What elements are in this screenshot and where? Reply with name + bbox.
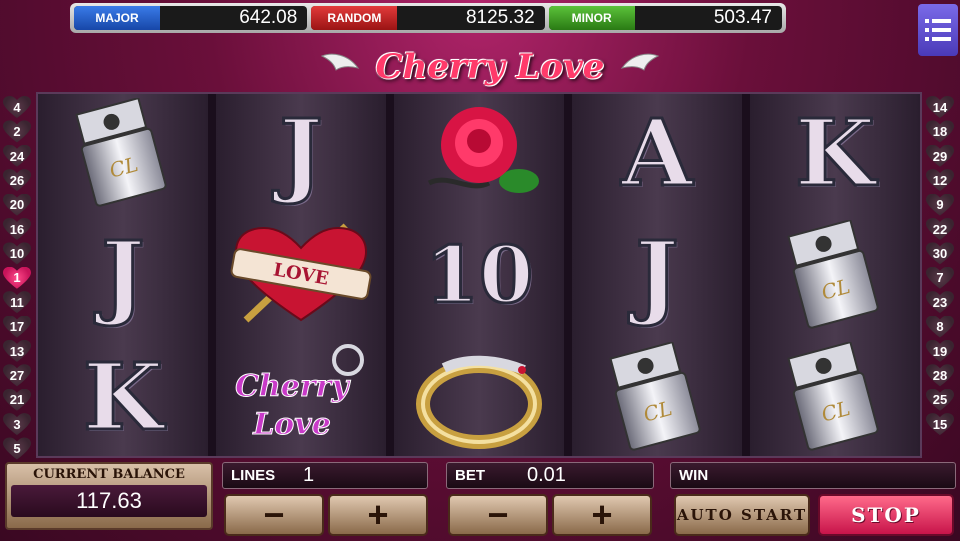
line-marker[interactable]: 20 [3, 194, 31, 217]
love-heart-dagger-icon: LOVE [226, 220, 376, 330]
jackpot-bar: MAJOR 642.08 RANDOM 8125.32 MINOR 503.47 [70, 3, 786, 33]
line-marker[interactable]: 25 [926, 389, 954, 412]
jackpot-random-value: 8125.32 [465, 7, 535, 28]
lighter-icon: CL [760, 342, 910, 452]
win-field: WIN [670, 462, 956, 489]
line-marker[interactable]: 17 [3, 316, 31, 339]
snake-ring-icon [404, 342, 554, 452]
line-marker[interactable]: 4 [3, 96, 31, 119]
line-marker[interactable]: 24 [3, 145, 31, 168]
line-marker[interactable]: 14 [926, 96, 954, 119]
bet-field: BET 0.01 [446, 462, 654, 489]
current-balance-value: 117.63 [11, 485, 207, 517]
line-marker[interactable]: 15 [926, 413, 954, 436]
line-marker[interactable]: 9 [926, 194, 954, 217]
line-marker[interactable]: 21 [3, 389, 31, 412]
line-marker[interactable]: 12 [926, 169, 954, 192]
letter-a-icon: A [620, 98, 694, 209]
svg-text:Love: Love [252, 407, 331, 442]
current-balance-panel: CURRENT BALANCE 117.63 [5, 462, 213, 530]
jackpot-major-value: 642.08 [239, 7, 298, 28]
reel-3: 10 [394, 94, 564, 456]
number-10-icon: 10 [423, 228, 535, 322]
current-balance-label: CURRENT BALANCE [33, 467, 185, 482]
control-panel: CURRENT BALANCE 117.63 LINES 1 BET 0.01 … [0, 460, 960, 541]
letter-j-icon: J [634, 220, 680, 331]
bet-label: BET [455, 467, 485, 484]
svg-text:Cherry: Cherry [235, 369, 351, 404]
letter-j-icon: J [100, 220, 146, 331]
reels-area: CL J K J LOVE Cherry Love 10 A J CL K CL CL [36, 92, 922, 458]
line-marker[interactable]: 18 [926, 120, 954, 143]
line-marker[interactable]: 22 [926, 218, 954, 241]
reel-1: CL J K [38, 94, 208, 456]
reel-5: K CL CL [750, 94, 920, 456]
reel-2: J LOVE Cherry Love [216, 94, 386, 456]
line-marker[interactable]: 27 [3, 364, 31, 387]
line-markers-right: 14 18 29 12 9 22 30 7 23 8 19 28 25 15 [926, 96, 956, 437]
logo-text: Cherry Love [375, 47, 605, 87]
auto-start-button[interactable]: AUTO START [674, 494, 810, 536]
game-logo: Cherry Love [320, 44, 660, 90]
rose-icon [404, 98, 554, 208]
lines-value: 1 [303, 464, 315, 486]
reel-4: A J CL [572, 94, 742, 456]
wing-icon [620, 53, 660, 71]
jackpot-minor: MINOR 503.47 [548, 6, 782, 30]
bet-plus-button[interactable]: + [552, 494, 652, 536]
jackpot-major: MAJOR 642.08 [74, 6, 308, 30]
jackpot-random: RANDOM 8125.32 [311, 6, 545, 30]
line-marker[interactable]: 7 [926, 267, 954, 290]
jackpot-random-label: RANDOM [311, 6, 398, 30]
line-marker[interactable]: 30 [926, 242, 954, 265]
jackpot-minor-label: MINOR [548, 6, 635, 30]
lines-plus-button[interactable]: + [328, 494, 428, 536]
jackpot-major-label: MAJOR [74, 6, 160, 30]
lines-minus-button[interactable]: − [224, 494, 324, 536]
line-marker[interactable]: 13 [3, 340, 31, 363]
line-marker[interactable]: 8 [926, 316, 954, 339]
line-marker[interactable]: 28 [926, 364, 954, 387]
letter-k-icon: K [794, 98, 877, 209]
letter-j-icon: J [278, 98, 324, 209]
line-marker[interactable]: 3 [3, 413, 31, 436]
line-marker[interactable]: 11 [3, 291, 31, 314]
cherry-love-keychain-icon: Cherry Love [226, 342, 376, 452]
line-marker[interactable]: 10 [3, 242, 31, 265]
win-label: WIN [679, 467, 709, 484]
line-marker[interactable]: 29 [926, 145, 954, 168]
line-marker[interactable]: 23 [926, 291, 954, 314]
jackpot-minor-value: 503.47 [713, 7, 772, 28]
lighter-icon: CL [582, 342, 732, 452]
line-marker[interactable]: 16 [3, 218, 31, 241]
lines-label: LINES [231, 467, 276, 484]
letter-k-icon: K [82, 342, 165, 453]
line-marker[interactable]: 19 [926, 340, 954, 363]
line-marker[interactable]: 2 [3, 120, 31, 143]
line-markers-left: 4 2 24 26 20 16 10 1 11 17 13 27 21 3 5 [3, 96, 33, 462]
line-marker[interactable]: 26 [3, 169, 31, 192]
bet-value: 0.01 [527, 464, 566, 486]
line-marker[interactable]: 5 [3, 437, 31, 460]
wing-icon [320, 53, 360, 71]
lighter-icon: CL [48, 98, 198, 208]
lighter-icon: CL [760, 220, 910, 330]
stop-button[interactable]: STOP [818, 494, 954, 536]
lines-field: LINES 1 [222, 462, 428, 489]
menu-button[interactable] [918, 4, 958, 56]
bet-minus-button[interactable]: − [448, 494, 548, 536]
hamburger-menu-icon [925, 19, 951, 41]
line-marker[interactable]: 1 [3, 267, 31, 290]
